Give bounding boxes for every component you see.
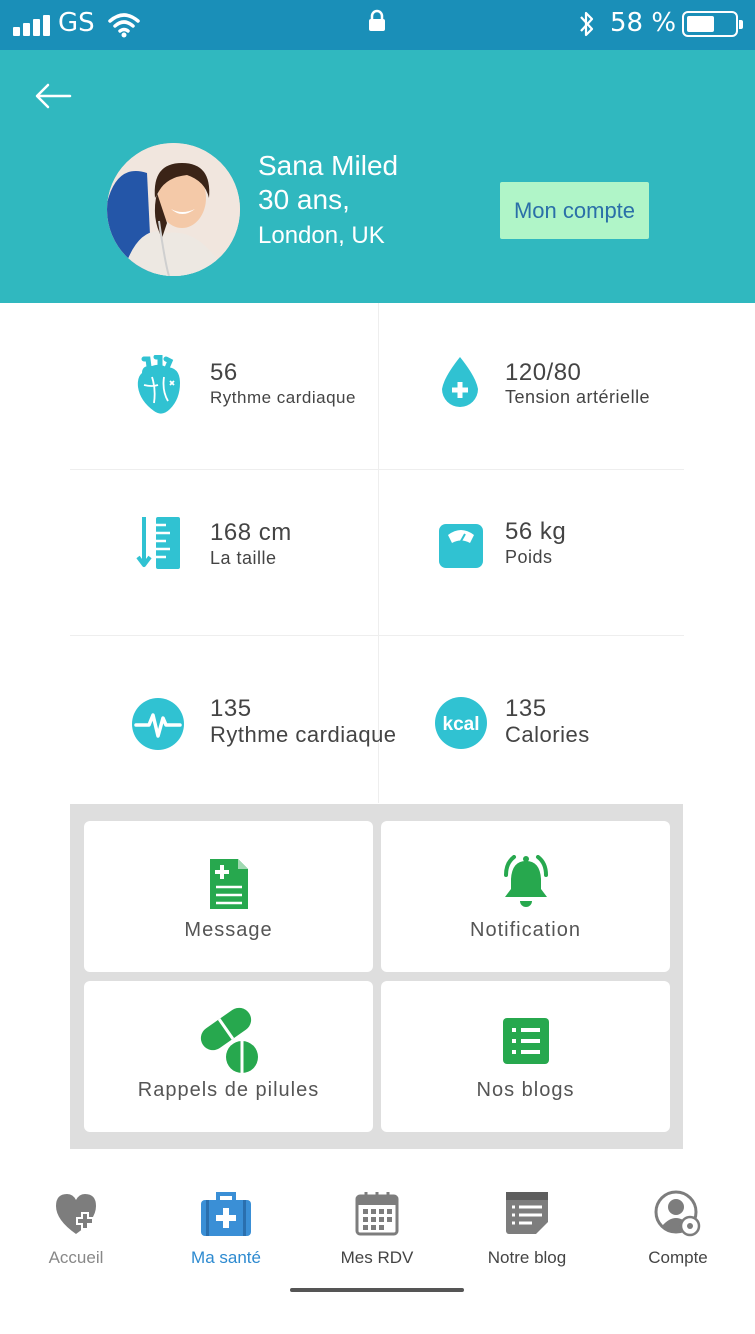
stat-height[interactable]: 168 cm La taille [70,469,378,635]
ruler-icon [136,515,182,575]
stat-value: 135 [505,695,547,722]
stat-blood-pressure[interactable]: 120/80 Tension artérielle [378,303,684,469]
calendar-icon [355,1190,399,1240]
stat-label: Tension artérielle [505,387,651,407]
stat-heart-rate[interactable]: 56 Rythme cardiaque [70,303,378,469]
nav-appointments[interactable]: Mes RDV [317,1190,437,1270]
stat-value: 135 [210,695,252,722]
stat-heart-rate-2[interactable]: 135 Rythme cardiaque [70,635,396,803]
lock-icon [368,9,386,37]
nav-label: Compte [648,1248,708,1267]
tile-label: Notification [470,919,581,941]
battery-level-fill [687,16,714,32]
scale-icon [438,523,484,573]
stat-label: Poids [505,547,553,567]
signal-icon [13,14,50,36]
heart-organ-icon [134,354,184,421]
bottom-navigation: Accueil Ma santé Mes RDV Notre blog Comp… [0,1180,755,1290]
stat-label: La taille [210,548,277,568]
avatar [107,143,240,276]
bluetooth-icon [578,9,596,43]
nav-our-blog[interactable]: Notre blog [467,1190,587,1270]
nav-my-health[interactable]: Ma santé [166,1190,286,1270]
battery-icon [682,11,743,37]
pills-icon [196,1005,262,1079]
blog-icon [504,1190,550,1240]
stat-value: 56 [210,359,238,386]
medical-kit-icon [200,1190,252,1242]
nav-label: Notre blog [487,1248,567,1267]
status-bar: GS 58 % [0,0,755,50]
kcal-icon: kcal [435,697,487,753]
carrier-name: GS [58,8,95,38]
stat-value: 120/80 [505,359,582,386]
profile-header: Sana Miled 30 ans, London, UK Mon compte [0,50,755,303]
feature-tiles: Message Notification Rappels de pilules … [70,804,683,1149]
profile-age: 30 ans, [258,184,350,215]
medical-document-icon [208,857,250,915]
profile-name: Sana Miled [258,150,399,181]
home-indicator[interactable] [290,1288,464,1292]
tile-label: Nos blogs [476,1079,575,1101]
tile-pill-reminders[interactable]: Rappels de pilules [84,981,373,1132]
nav-account[interactable]: Compte [618,1190,738,1270]
arrow-left-icon [35,83,72,109]
health-stats-grid: 56 Rythme cardiaque 120/80 Tension artér… [70,303,684,803]
stat-weight[interactable]: 56 kg Poids [378,469,684,635]
nav-home[interactable]: Accueil [16,1190,136,1270]
nav-label: Ma santé [191,1248,261,1267]
back-button[interactable] [30,78,76,114]
stat-label: Rythme cardiaque [210,388,356,407]
stat-calories[interactable]: kcal 135 Calories [378,635,684,803]
account-settings-icon [654,1190,702,1242]
profile-location: London, UK [258,222,385,249]
my-account-button[interactable]: Mon compte [500,182,649,239]
heart-plus-icon [52,1190,100,1242]
tile-label: Message [184,919,273,941]
bell-icon [498,855,554,915]
tile-label: Rappels de pilules [137,1079,320,1101]
heartbeat-pulse-icon [132,698,184,754]
blood-drop-icon [440,355,480,413]
battery-percentage: 58 % [610,8,677,38]
tile-message[interactable]: Message [84,821,373,972]
nav-label: Accueil [48,1248,104,1267]
stat-label: Rythme cardiaque [210,722,397,747]
stat-value: 56 kg [505,518,567,545]
nav-label: Mes RDV [340,1248,414,1267]
svg-text:kcal: kcal [443,714,480,735]
stat-label: Calories [505,722,590,747]
list-icon [502,1017,550,1069]
wifi-icon [108,12,140,42]
stat-value: 168 cm [210,519,292,546]
tile-notification[interactable]: Notification [381,821,670,972]
tile-blogs[interactable]: Nos blogs [381,981,670,1132]
